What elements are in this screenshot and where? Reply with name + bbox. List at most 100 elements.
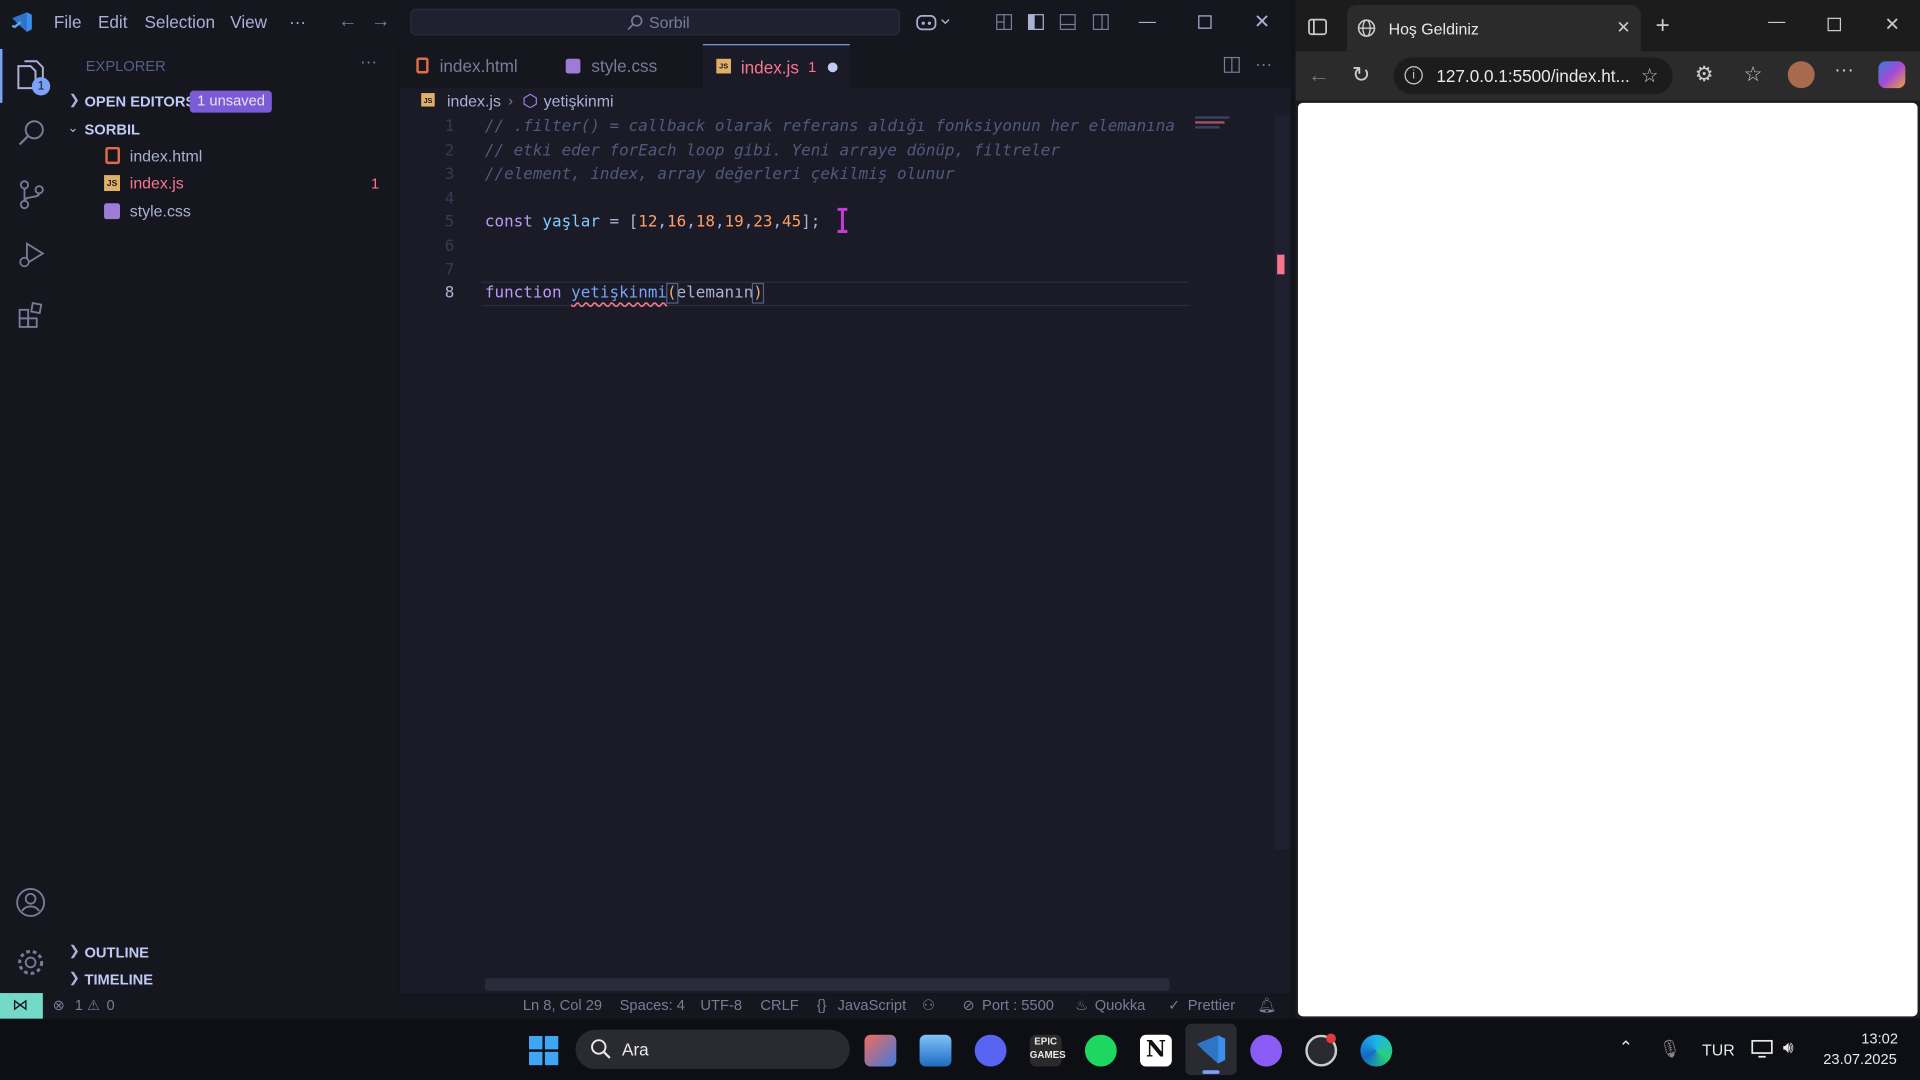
more-actions-icon[interactable]: ··· [360,51,377,71]
error-count[interactable]: 1 [75,997,83,1014]
microphone-icon[interactable]: 🎙︎ [1659,1038,1681,1059]
language-mode[interactable]: JavaScript [838,997,907,1014]
copilot-icon[interactable] [916,12,950,32]
command-center[interactable]: Sorbil [410,8,900,36]
discord-app-icon[interactable] [974,1034,1007,1067]
timeline-section[interactable]: ❯ TIMELINE [61,966,399,993]
maximize-icon[interactable] [1198,15,1213,30]
taskbar-search[interactable]: Ara [575,1029,850,1069]
split-editor-icon[interactable] [1223,56,1240,73]
refresh-icon[interactable]: ↻ [1352,62,1370,88]
site-info-icon[interactable]: i [1404,66,1423,85]
more-actions-icon[interactable]: ··· [1255,54,1272,74]
file-item-style-css[interactable]: style.css [61,197,399,224]
minimize-icon[interactable]: — [1139,11,1156,31]
profile-avatar[interactable] [1787,61,1815,89]
extensions-puzzle-icon[interactable]: ⚙ [1695,62,1714,86]
indentation[interactable]: Spaces: 4 [620,997,685,1014]
notifications-bell-icon[interactable]: 🔔︎ [1258,997,1277,1014]
cursor-position[interactable]: Ln 8, Col 29 [523,997,602,1014]
photos-app-icon[interactable] [919,1034,952,1067]
vscode-taskbar-active[interactable] [1185,1023,1237,1076]
tab-style-css[interactable]: style.css [550,44,703,88]
vertical-scrollbar[interactable] [1274,115,1290,850]
close-tab-icon[interactable]: ✕ [1616,17,1630,38]
back-icon[interactable]: ← [1308,62,1330,88]
input-language[interactable]: TUR [1702,1041,1735,1059]
menu-selection[interactable]: Selection [144,12,215,32]
text-cursor-ibeam-icon [835,207,850,234]
accounts-icon[interactable] [15,887,47,919]
page-viewport[interactable] [1297,102,1918,1017]
notion-app-icon[interactable]: N [1140,1034,1172,1067]
toggle-secondary-sidebar-icon[interactable] [1092,13,1109,31]
menu-file[interactable]: File [54,12,82,32]
clock-date[interactable]: 23.07.2025 [1823,1051,1897,1068]
number-literal: 19 [724,213,744,232]
menu-more[interactable]: ··· [289,12,306,32]
remote-indicator[interactable]: ⋈ [0,993,43,1019]
minimize-icon[interactable]: — [1768,11,1785,31]
code-editor[interactable]: JS index.js › yetişkinmi 1 2 3 4 5 6 7 8… [400,88,1291,994]
file-item-index-html[interactable]: index.html [61,142,399,169]
new-tab-icon[interactable]: + [1656,12,1670,40]
prettier-status[interactable]: Prettier [1188,997,1235,1014]
back-arrow-icon[interactable]: ← [338,11,358,33]
line-number-active: 8 [444,284,455,303]
url-text[interactable]: 127.0.0.1:5500/index.ht... [1436,66,1629,86]
address-bar[interactable]: i 127.0.0.1:5500/index.ht... ☆ [1393,57,1673,95]
close-icon[interactable]: ✕ [1254,10,1270,34]
line-number: 1 [444,117,455,136]
menu-edit[interactable]: Edit [98,12,128,32]
tab-index-js[interactable]: JS index.js 1 [702,44,850,89]
copilot-status-icon[interactable]: ⚇ [922,997,935,1014]
breadcrumb-symbol[interactable]: yetişkinmi [544,92,614,110]
source-control-icon[interactable] [16,179,48,211]
settings-gear-icon[interactable] [15,947,47,979]
css-file-icon [104,203,120,220]
file-item-index-js[interactable]: JS index.js 1 [61,169,399,196]
start-windows-icon[interactable] [528,1035,559,1066]
line-ending[interactable]: CRLF [760,997,798,1014]
menu-view[interactable]: View [230,12,267,32]
volume-icon[interactable]: 🔊︎ [1783,1037,1794,1058]
clock-time[interactable]: 13:02 [1861,1030,1898,1047]
maximize-icon[interactable] [1827,17,1842,32]
code-line-2: // etki eder forEach loop gibi. Yeni arr… [484,142,1060,161]
favorite-star-icon[interactable]: ☆ [1641,64,1659,88]
edge-app-icon[interactable] [1360,1034,1393,1067]
file-name: index.html [129,146,203,166]
warning-count[interactable]: 0 [107,997,115,1014]
github-desktop-app-icon[interactable] [1250,1034,1283,1067]
close-icon[interactable]: ✕ [1884,13,1899,36]
outline-section[interactable]: ❯ OUTLINE [61,939,399,966]
chevron-up-icon[interactable]: ⌃ [1619,1037,1633,1058]
breadcrumb-file[interactable]: index.js [447,92,501,110]
open-editors-label: OPEN EDITORS [84,93,196,111]
tab-index-html[interactable]: index.html [400,44,549,88]
encoding[interactable]: UTF-8 [700,997,742,1014]
browser-tab[interactable]: Hoş Geldiniz ✕ [1346,4,1641,52]
spotify-app-icon[interactable] [1084,1034,1117,1067]
minimap[interactable] [1195,115,1268,132]
horizontal-scrollbar[interactable] [484,978,1170,991]
layout-custom-icon[interactable] [996,13,1013,31]
tab-actions-icon[interactable] [1308,17,1328,37]
folder-sorbil[interactable]: ⌄ SORBIL [61,116,399,143]
open-editors-section[interactable]: ❯ OPEN EDITORS 1 unsaved [61,88,399,115]
copilot-icon[interactable] [1878,61,1906,89]
run-debug-icon[interactable] [16,238,48,270]
toggle-panel-icon[interactable] [1059,13,1076,31]
network-icon[interactable] [1751,1038,1773,1058]
more-menu-icon[interactable]: ··· [1834,60,1854,82]
search-icon[interactable] [16,118,48,150]
forward-arrow-icon[interactable]: → [371,11,391,33]
epic-games-app-icon[interactable]: EPIC GAMES [1029,1034,1066,1067]
extensions-icon[interactable] [16,299,48,331]
unsaved-dot-icon[interactable] [827,62,838,73]
copilot-app-icon[interactable] [864,1034,897,1067]
favorites-icon[interactable]: ☆ [1744,62,1763,86]
toggle-sidebar-icon[interactable] [1027,13,1044,31]
live-server-port[interactable]: Port : 5500 [982,997,1054,1014]
quokka-status[interactable]: Quokka [1095,997,1146,1014]
